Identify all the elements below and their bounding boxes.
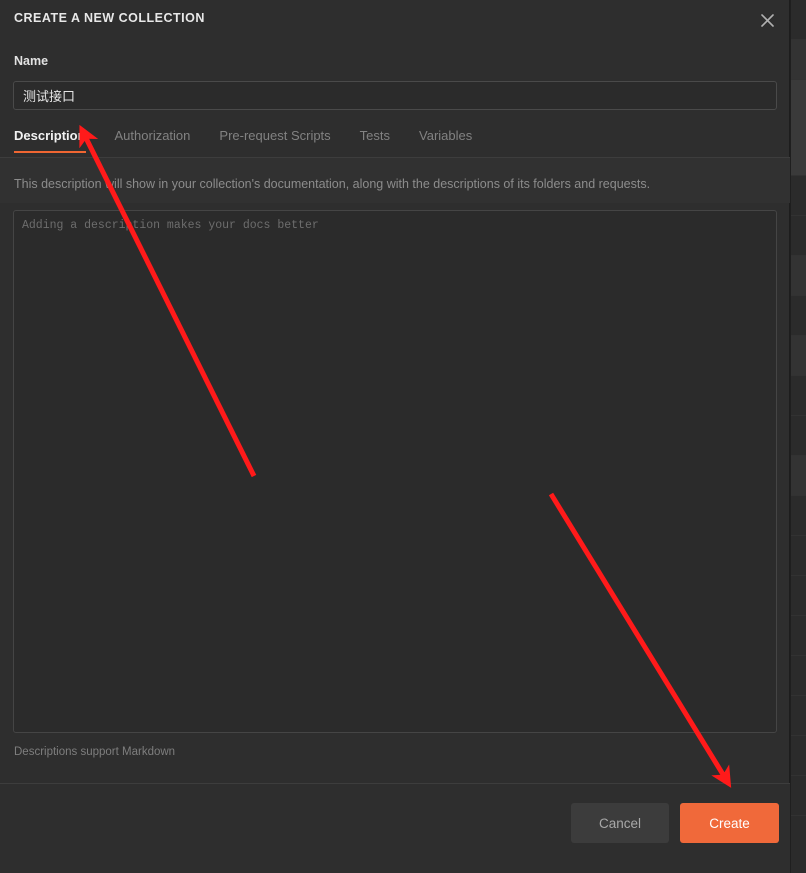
dialog-title: CREATE A NEW COLLECTION	[14, 11, 205, 25]
tab-authorization[interactable]: Authorization	[115, 128, 191, 153]
background-row	[791, 176, 806, 216]
create-button[interactable]: Create	[680, 803, 779, 843]
tab-tests[interactable]: Tests	[360, 128, 390, 153]
background-row	[791, 776, 806, 816]
description-help-text: This description will show in your colle…	[14, 177, 651, 191]
background-row	[791, 536, 806, 576]
name-label: Name	[14, 54, 49, 68]
background-row	[791, 216, 806, 256]
description-textarea[interactable]	[13, 210, 777, 733]
background-sidebar-rail	[790, 0, 806, 873]
background-row	[791, 576, 806, 616]
tab-variables[interactable]: Variables	[419, 128, 472, 153]
background-row	[791, 80, 806, 176]
close-icon[interactable]	[756, 9, 778, 31]
tab-pre-request-scripts[interactable]: Pre-request Scripts	[219, 128, 330, 153]
dialog-footer: Cancel Create	[0, 784, 790, 873]
background-row	[791, 736, 806, 776]
background-row	[791, 456, 806, 496]
background-row	[791, 0, 806, 40]
cancel-button[interactable]: Cancel	[571, 803, 669, 843]
tab-description[interactable]: Description	[14, 128, 86, 153]
background-row	[791, 416, 806, 456]
background-row	[791, 296, 806, 336]
background-row	[791, 376, 806, 416]
markdown-support-note: Descriptions support Markdown	[14, 746, 176, 758]
background-row	[791, 40, 806, 80]
background-row	[791, 656, 806, 696]
background-row	[791, 496, 806, 536]
background-row	[791, 616, 806, 656]
background-row	[791, 256, 806, 296]
background-row	[791, 336, 806, 376]
background-row	[791, 696, 806, 736]
dialog-header: CREATE A NEW COLLECTION	[0, 0, 790, 38]
create-collection-dialog: CREATE A NEW COLLECTION Name Description…	[0, 0, 790, 873]
dialog-tabs: Description Authorization Pre-request Sc…	[0, 128, 790, 157]
collection-name-input[interactable]	[13, 81, 777, 110]
